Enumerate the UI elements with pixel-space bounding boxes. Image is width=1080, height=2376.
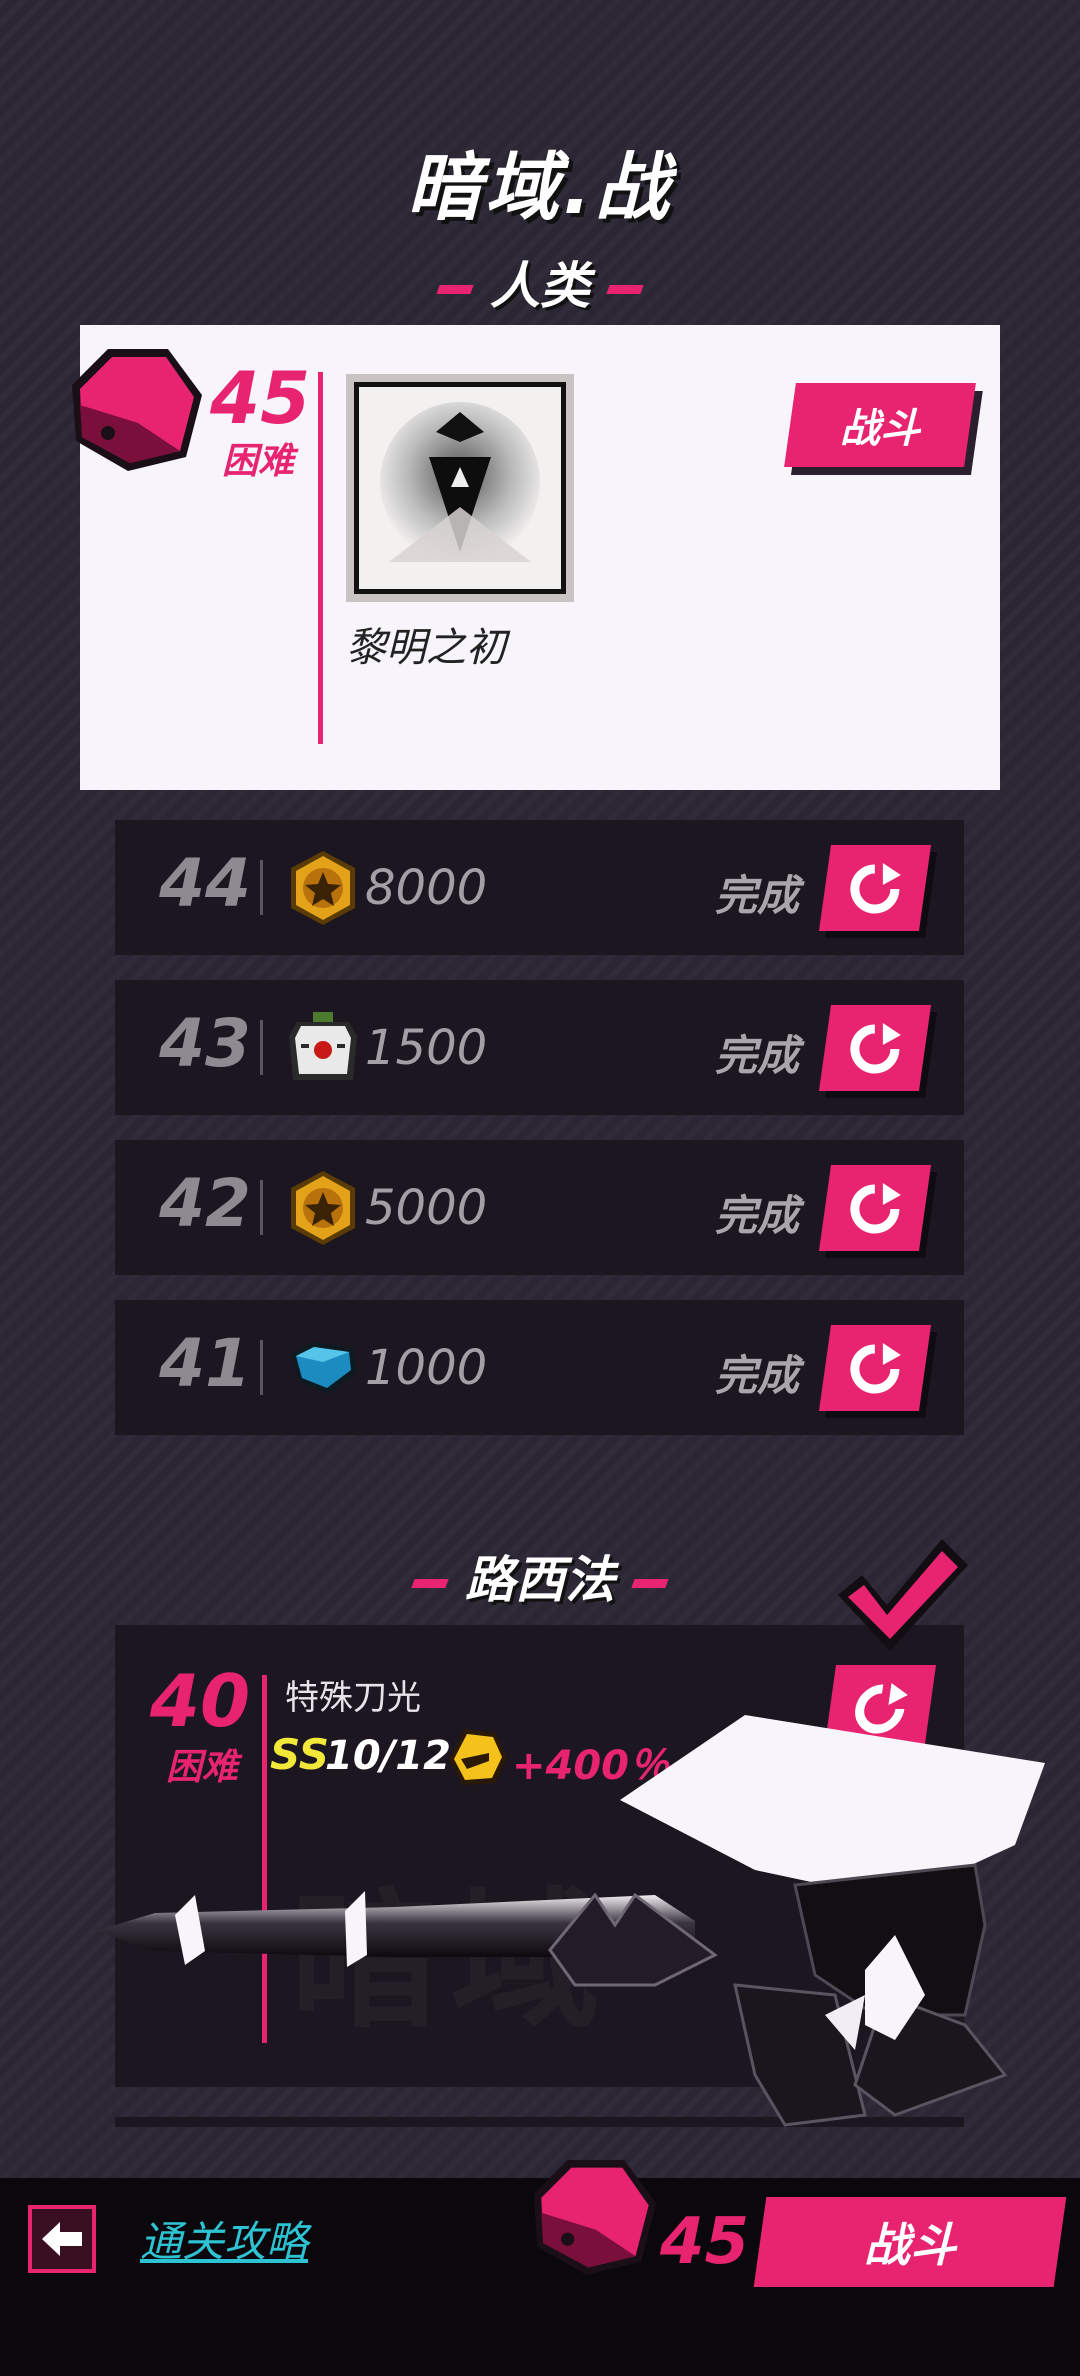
stage-thumbnail <box>346 374 574 602</box>
card-divider <box>318 372 323 744</box>
reward-amount: 8000 <box>365 860 488 916</box>
reward-amount: 5000 <box>365 1180 488 1236</box>
completion-status: 完成 <box>715 1351 800 1400</box>
page-title: 暗域.战 <box>406 145 674 231</box>
section-label-lucifer: 路西法 <box>465 1551 615 1609</box>
replay-icon <box>850 863 901 914</box>
title-dash-right <box>631 1579 669 1588</box>
section-label-human: 人类 <box>490 257 590 315</box>
footer-level-number: 45 <box>660 2205 750 2279</box>
reward-amount: 1500 <box>365 1020 488 1076</box>
gold-coin-icon <box>291 851 355 925</box>
row-level: 44 <box>159 845 251 922</box>
row-separator <box>260 860 263 915</box>
completed-row[interactable]: 42 5000 完成 <box>115 1140 964 1275</box>
completion-status: 完成 <box>715 871 800 920</box>
title-dash-left <box>436 285 474 294</box>
back-button[interactable] <box>28 2205 96 2273</box>
reward-amount: 1000 <box>365 1340 488 1396</box>
robot-chip-icon <box>289 1012 357 1080</box>
replay-icon <box>850 1343 901 1394</box>
row-separator <box>260 1180 263 1235</box>
title-dash-left <box>411 1579 449 1588</box>
completed-row[interactable]: 41 1000 完成 <box>115 1300 964 1435</box>
hero-avatar-icon <box>533 2160 657 2275</box>
row-level: 43 <box>159 1005 251 1082</box>
cleared-check-icon <box>838 1539 968 1651</box>
completion-status: 完成 <box>715 1191 800 1240</box>
blue-gem-icon <box>291 1342 357 1394</box>
gold-coin-icon <box>291 1171 355 1245</box>
replay-button[interactable] <box>818 1325 932 1411</box>
replay-icon <box>850 1183 901 1234</box>
completion-status: 完成 <box>715 1031 800 1080</box>
card-fight-label: 战斗 <box>840 406 920 452</box>
replay-button[interactable] <box>818 845 932 931</box>
lucifer-scythe-art <box>95 1715 1045 2127</box>
row-level: 42 <box>159 1165 251 1242</box>
footer-fight-label: 战斗 <box>864 2218 956 2272</box>
hero-avatar-icon <box>72 349 202 471</box>
completed-row[interactable]: 43 1500 完成 <box>115 980 964 1115</box>
completed-row[interactable]: 44 8000 完成 <box>115 820 964 955</box>
row-separator <box>260 1020 263 1075</box>
penguin-boss-icon <box>380 402 540 562</box>
walkthrough-link[interactable]: 通关攻略 <box>140 2208 308 2269</box>
section-title-human: 人类 <box>0 246 1080 318</box>
replay-button[interactable] <box>818 1005 932 1091</box>
title-dash-right <box>606 285 644 294</box>
replay-icon <box>850 1023 901 1074</box>
replay-button[interactable] <box>818 1165 932 1251</box>
footer-fight-button[interactable]: 战斗 <box>753 2197 1067 2287</box>
current-difficulty-label: 困难 <box>221 441 294 482</box>
row-level: 41 <box>159 1325 251 1402</box>
card-fight-button[interactable]: 战斗 <box>784 383 976 467</box>
stage-name: 黎明之初 <box>346 625 506 671</box>
current-level-number: 45 <box>210 356 311 440</box>
row-separator <box>260 1340 263 1395</box>
back-arrow-icon <box>42 2222 82 2256</box>
